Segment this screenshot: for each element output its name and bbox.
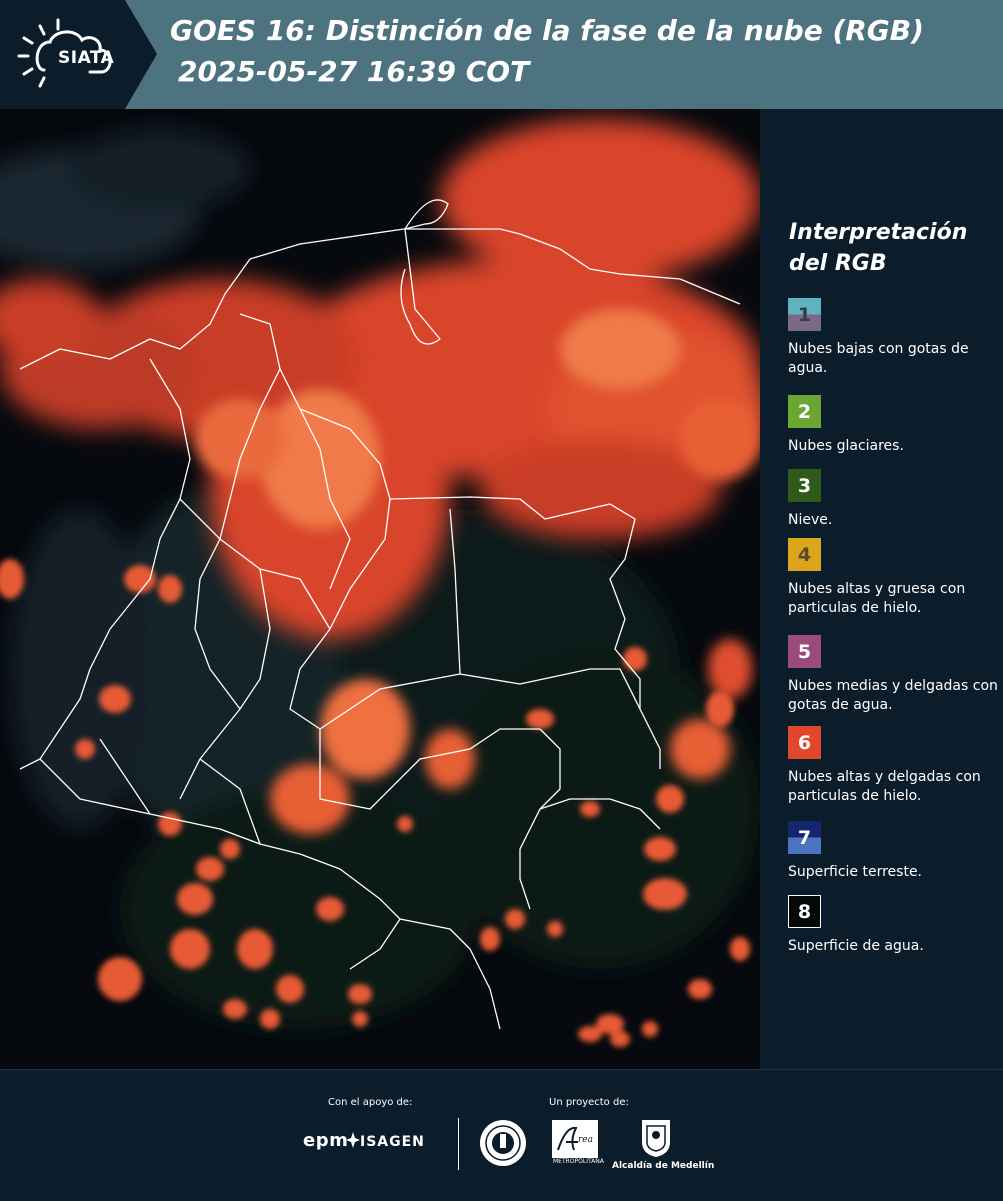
legend-item-4: 4 Nubes altas y gruesa con particulas de… — [788, 538, 998, 618]
legend-number: 5 — [797, 640, 812, 663]
footer-divider — [458, 1118, 459, 1170]
legend-number: 6 — [797, 731, 812, 754]
footer: Con el apoyo de: Un proyecto de: epm ISA… — [0, 1069, 1003, 1201]
legend-label: Superficie de agua. — [788, 938, 924, 954]
satellite-map-render — [0, 109, 760, 1069]
legend-item-6: 6 Nubes altas y delgadas con particulas … — [788, 726, 998, 806]
header-banner: SIATA GOES 16: Distinción de la fase de … — [0, 0, 1003, 109]
isagen-logo: ISAGEN — [360, 1134, 425, 1150]
legend-number: 4 — [797, 543, 812, 566]
legend-swatch-7: 7 — [788, 821, 821, 854]
timestamp: 2025-05-27 16:39 COT — [178, 55, 530, 88]
legend-number: 8 — [797, 900, 812, 923]
legend-number: 7 — [797, 826, 812, 849]
legend-item-1: 1 Nubes bajas con gotas de agua. — [788, 298, 998, 378]
legend-swatch-2: 2 — [788, 395, 821, 428]
legend-label: Nubes altas y delgadas con particulas de… — [788, 769, 981, 804]
project-label: Un proyecto de: — [549, 1097, 629, 1108]
legend-swatch-8: 8 — [788, 895, 821, 928]
page-title: GOES 16: Distinción de la fase de la nub… — [170, 14, 924, 47]
legend-swatch-4: 4 — [788, 538, 821, 571]
legend-number: 1 — [797, 303, 812, 326]
satellite-image — [0, 109, 760, 1069]
legend-label: Nubes glaciares. — [788, 438, 904, 454]
amva-name: METROPOLITANA — [553, 1158, 604, 1165]
legend-swatch-6: 6 — [788, 726, 821, 759]
legend-label: Nubes medias y delgadas con gotas de agu… — [788, 678, 998, 713]
legend-number: 3 — [797, 474, 812, 497]
legend-item-7: 7 Superficie terreste. — [788, 821, 998, 882]
medellin-name: Alcaldía de Medellín — [612, 1161, 715, 1171]
legend-item-8: 8 Superficie de agua. — [788, 895, 998, 956]
legend-swatch-5: 5 — [788, 635, 821, 668]
support-label: Con el apoyo de: — [328, 1097, 413, 1108]
siata-logo-text: SIATA — [58, 48, 115, 68]
legend-item-3: 3 Nieve. — [788, 469, 998, 530]
legend-label: Nubes altas y gruesa con particulas de h… — [788, 581, 966, 616]
legend-panel: Interpretación del RGB 1 Nubes bajas con… — [760, 109, 1003, 1069]
area-metropolitana-logo-icon: rea — [552, 1120, 598, 1158]
epm-logo: epm — [303, 1130, 349, 1151]
legend-number: 2 — [797, 400, 812, 423]
legend-title: Interpretación del RGB — [789, 220, 968, 276]
legend-swatch-1: 1 — [788, 298, 821, 331]
siata-logo: SIATA — [10, 12, 130, 92]
legend-label: Nubes bajas con gotas de agua. — [788, 341, 969, 376]
svg-text:rea: rea — [578, 1135, 593, 1145]
medellin-shield-icon — [642, 1120, 670, 1157]
legend-item-2: 2 Nubes glaciares. — [788, 395, 998, 456]
legend-label: Nieve. — [788, 512, 833, 528]
legend-swatch-3: 3 — [788, 469, 821, 502]
legend-item-5: 5 Nubes medias y delgadas con gotas de a… — [788, 635, 998, 715]
legend-label: Superficie terreste. — [788, 864, 923, 880]
isagen-star-icon — [346, 1132, 360, 1148]
university-seal-icon — [480, 1120, 526, 1166]
